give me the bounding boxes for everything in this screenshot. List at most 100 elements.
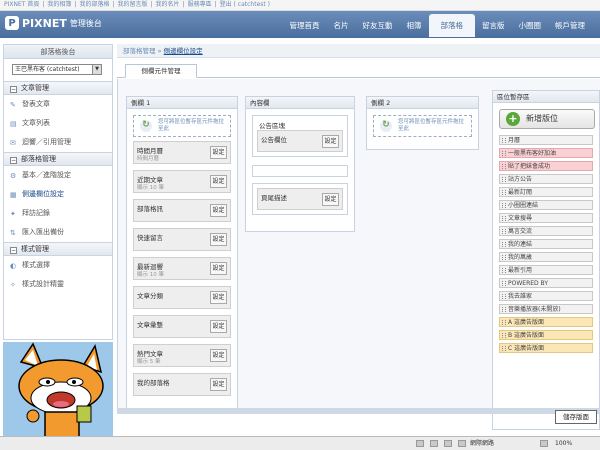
horizontal-scrollbar[interactable] [117,408,600,414]
widget-pool-item[interactable]: POWERED BY [499,278,593,288]
nav-tab[interactable]: 名片 [327,17,356,37]
widget-title: 公告欄位 [261,136,287,144]
widget-pool-item[interactable]: 我的萬歲 [499,252,593,262]
widget-pool-item[interactable]: 最新訂閱 [499,187,593,197]
top-link[interactable]: PIXNET 首頁 [4,1,39,8]
nav-tab[interactable]: 管理首頁 [283,17,327,37]
widget-pool-item[interactable]: 我的連結 [499,239,593,249]
top-link[interactable]: 我的留言版 [117,1,147,8]
widget-setting-button[interactable]: 設定 [210,175,227,188]
widget-block[interactable]: 近期文章 顯示 10 筆設定 [133,170,231,193]
collapse-icon[interactable]: − [10,247,17,254]
nav-tab[interactable]: 小圈圈 [512,17,549,37]
side2-drop-zone[interactable]: ↻ 您可將區位暫存區元件拖拉至此 [373,115,472,137]
widget-pool-item[interactable]: 音樂播放器(未開放) [499,304,593,314]
widget-setting-button[interactable]: 設定 [210,204,227,217]
top-link[interactable]: 我的相簿 [47,1,71,8]
breadcrumb-parent[interactable]: 部落格管理 [123,47,156,55]
collapse-icon[interactable]: − [10,157,17,164]
widget-block[interactable]: 頁尾描述 設定 [257,188,343,210]
widget-pool-item[interactable]: 我去誰家 [499,291,593,301]
top-link[interactable]: 登出 ( catchtest ) [220,1,270,8]
content-empty-slot[interactable] [252,165,348,177]
widget-pool-item[interactable]: A 這廣告版面 [499,317,593,327]
widget-pool-item[interactable]: 月曆 [499,135,593,145]
nav-tab[interactable]: 留言版 [475,17,512,37]
wand-icon: ✧ [10,281,16,289]
widget-pool-item[interactable]: 文章搜尋 [499,213,593,223]
sidebar-item[interactable]: ✉ 迴響／引用管理 [4,133,112,152]
sidebar-item[interactable]: ✧ 樣式設計精靈 [4,275,112,294]
announcement-group[interactable]: 公告區塊 公告欄位 設定 [252,115,348,157]
widget-pool-item[interactable]: 貼了把妹會成功 [499,161,593,171]
sidebar-item[interactable]: ✦ 拜訪記錄 [4,204,112,223]
sidebar-section-header[interactable]: − 部落格管理 [4,152,112,166]
blog-select-value: 王巴黑布客 (catchtest) [15,66,80,73]
widget-block[interactable]: 公告欄位 設定 [257,130,343,152]
widget-block[interactable]: 時間月曆 時間月曆 設定 [133,141,231,164]
zoom-level[interactable]: 100% [555,437,572,450]
sidebar-item[interactable]: ⚙ 基本／進階設定 [4,166,112,185]
widget-setting-button[interactable]: 設定 [210,349,227,362]
widget-block[interactable]: 文章彙整 設定 [133,315,231,338]
link-separator: | [42,1,45,8]
blog-select[interactable]: 王巴黑布客 (catchtest) ▼ [12,64,102,75]
top-link[interactable]: 服務專區 [188,1,212,8]
save-layout-button[interactable]: 儲存版面 [555,410,597,424]
widget-pool-item[interactable]: C 這廣告版面 [499,343,593,353]
sidebar-item[interactable]: ◐ 樣式選擇 [4,256,112,275]
widget-block[interactable]: 我的部落格 設定 [133,373,231,396]
add-widget-label: 新增版位 [526,114,558,123]
side1-column: 側欄 1 ↻ 您可將區位暫存區元件拖拉至此 時間月曆 時間月曆 設定 近期文章 顯示 1… [126,96,238,411]
nav-tab[interactable]: 好友互動 [356,17,400,37]
top-link[interactable]: 我的名片 [156,1,180,8]
widget-setting-button[interactable]: 設定 [210,233,227,246]
widget-block[interactable]: 部落格訊 設定 [133,199,231,222]
widget-setting-button[interactable]: 設定 [210,291,227,304]
collapse-icon[interactable]: − [10,86,17,93]
widget-pool-item[interactable]: B 這廣告版面 [499,330,593,340]
sidebar-section-title: 文章管理 [21,84,49,92]
widget-pool-item[interactable]: 最新引用 [499,265,593,275]
widget-setting-button[interactable]: 設定 [210,146,227,159]
widget-setting-button[interactable]: 設定 [210,378,227,391]
sidebar-section-header[interactable]: − 文章管理 [4,81,112,95]
add-widget-button[interactable]: + 新增版位 [499,109,595,129]
sidebar-item-label: 側邊欄位設定 [22,190,64,198]
pixnet-logo[interactable]: P PIXNET 管理後台 [5,16,102,30]
widget-setting-button[interactable]: 設定 [210,320,227,333]
sidebar-item[interactable]: ▤ 文章列表 [4,114,112,133]
widget-setting-button[interactable]: 設定 [210,262,227,275]
header-bar: P PIXNET 管理後台 管理首頁 名片 好友互動 相簿 部落格 留言版 小圈圈 帳戶管理 [0,11,600,38]
widget-block[interactable]: 文章分類 設定 [133,286,231,309]
side1-drop-zone[interactable]: ↻ 您可將區位暫存區元件拖拉至此 [133,115,231,137]
sidebar-section-header[interactable]: − 樣式管理 [4,242,112,256]
pixnet-logo-icon: P [5,16,19,30]
nav-tab[interactable]: 部落格 [428,14,475,37]
top-link[interactable]: 我的部落格 [79,1,109,8]
widget-pool-item[interactable]: 一般黑布客好加油 [499,148,593,158]
comment-icon: ✉ [10,139,16,147]
widget-setting-button[interactable]: 設定 [322,135,339,148]
main-nav: 管理首頁 名片 好友互動 相簿 部落格 留言版 小圈圈 帳戶管理 [283,14,593,37]
chevron-down-icon[interactable]: ▼ [92,65,101,74]
widget-block[interactable]: 快速留言 設定 [133,228,231,251]
widget-block[interactable]: 最新迴響 顯示 10 筆設定 [133,257,231,280]
sidebar-item[interactable]: ▦ 側邊欄位設定 [4,185,112,204]
nav-tab[interactable]: 相簿 [400,17,429,37]
widget-pool-item[interactable]: 萬言交流 [499,226,593,236]
plus-icon: + [506,112,520,126]
widget-block[interactable]: 熱門文章 顯示 5 筆設定 [133,344,231,367]
widget-pool-item[interactable]: 小圈圈連結 [499,200,593,210]
widget-setting-button[interactable]: 設定 [322,193,339,206]
sidebar-item[interactable]: ✎ 發表文章 [4,95,112,114]
widget-pool-item[interactable]: 站方公告 [499,174,593,184]
tab-widget-management[interactable]: 側欄元件管理 [125,64,197,78]
sidebar-item[interactable]: ⇅ 匯入匯出備份 [4,223,112,242]
globe-icon [458,440,466,447]
nav-tab[interactable]: 帳戶管理 [548,17,592,37]
popup-icon [444,440,452,447]
logo-text: PIXNET [22,16,67,30]
footer-group[interactable]: 頁尾描述 設定 [252,183,348,215]
content-column: 內容欄 公告區塊 公告欄位 設定 頁尾描述 設定 [245,96,355,232]
